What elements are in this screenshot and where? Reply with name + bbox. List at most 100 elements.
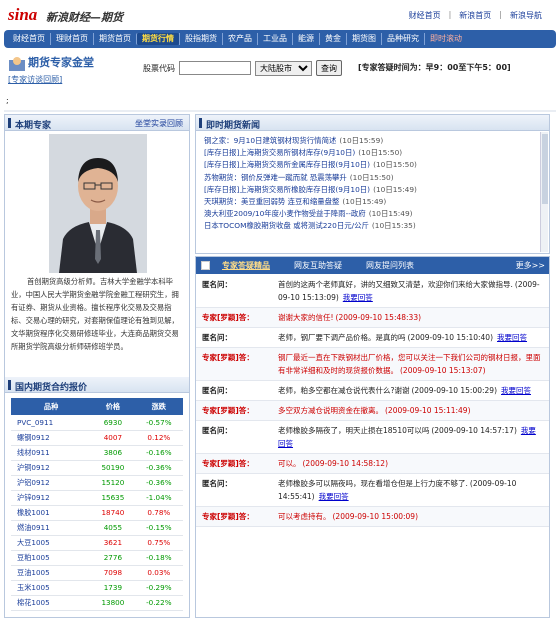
news-header: 即时期货新闻 <box>196 115 549 131</box>
sina-logo[interactable]: sina <box>8 5 37 25</box>
price-change: 0.03% <box>134 565 183 581</box>
news-title-link[interactable]: 澳大利亚2009/10年度小麦作物受益于降雨--政府 <box>204 209 366 218</box>
nav-item[interactable]: 期货首页 <box>93 33 136 45</box>
qa-text: 可以考虑持有。 <box>278 512 331 521</box>
link-sina-nav[interactable]: 新浪导航 <box>510 10 542 21</box>
price-row[interactable]: 沪锌0912 15635 -1.04% <box>11 490 183 506</box>
qa-tabs: 专家答疑精品 网友互助答疑 网友提问列表 更多>> <box>196 257 549 274</box>
tab-expert-answers[interactable]: 专家答疑精品 <box>210 260 282 271</box>
qa-text: 多空双方减仓说明资金在撤离。 <box>278 406 383 415</box>
main-nav: 财经首页 理财首页 期货首页 期货行情 股指期货 农产品 工业品 能源 黄金 期货图 品种研究 即时滚… <box>4 30 556 48</box>
news-item: [库存日报]上海期货交易所钢材库存(9月10日) (10日15:50) <box>204 147 539 159</box>
price-row[interactable]: 燃油0911 4055 -0.15% <box>11 520 183 536</box>
prices-header: 国内期货合约报价 <box>5 377 189 393</box>
price-value: 1739 <box>91 580 135 596</box>
tab-question-list[interactable]: 网友提问列表 <box>354 260 426 271</box>
nav-item[interactable]: 工业品 <box>257 33 292 45</box>
top-header: sina 新浪财经—期货 财经首页 | 新浪首页 | 新浪导航 <box>0 0 560 30</box>
nav-item[interactable]: 股指期货 <box>179 33 222 45</box>
qa-text: 首创的这两个老师真好，讲的又细致又清楚，欢迎你们来给大家做指导. <box>278 280 513 289</box>
reply-link[interactable]: 我要回答 <box>501 386 531 395</box>
nav-item[interactable]: 理财首页 <box>50 33 93 45</box>
price-name[interactable]: 玉米1005 <box>11 580 92 596</box>
price-name[interactable]: PVC_0911 <box>11 415 92 431</box>
price-row[interactable]: 大豆1005 3621 0.75% <box>11 535 183 551</box>
price-change: 0.78% <box>134 505 183 521</box>
price-name[interactable]: 螺钢0912 <box>11 430 92 446</box>
answer-row: 专家[罗颖]答： 谢谢大家的信任! (2009-09-10 15:48:33) <box>196 308 549 328</box>
price-name[interactable]: 橡胶1001 <box>11 505 92 521</box>
price-value: 6930 <box>91 415 135 431</box>
price-name[interactable]: 豆油1005 <box>11 565 92 581</box>
price-name[interactable]: 大豆1005 <box>11 535 92 551</box>
answer-row: 专家[罗颖]答： 多空双方减仓说明资金在撤离。 (2009-09-10 15:11:… <box>196 401 549 421</box>
stock-code-input[interactable] <box>179 61 251 75</box>
qa-more-link[interactable]: 更多>> <box>516 260 545 271</box>
news-title-link[interactable]: 日本TOCOM橡胶期货收盘 或将测试220日元/公斤 <box>204 221 369 230</box>
tab-mutual-help[interactable]: 网友互助答疑 <box>282 260 354 271</box>
link-finance-home[interactable]: 财经首页 <box>409 10 441 21</box>
news-panel: 即时期货新闻 钢之家：9月10日建筑钢材现货行情简述 (10日15:59) [库存日… <box>195 114 550 254</box>
news-item: [库存日报]上海期货交易所金属库存日报(9月10日) (10日15:50) <box>204 159 539 171</box>
news-title-link[interactable]: [库存日报]上海期货交易所钢材库存(9月10日) <box>204 148 355 157</box>
price-row[interactable]: 橡胶1001 18740 0.78% <box>11 505 183 521</box>
reply-link[interactable]: 我要回答 <box>319 492 349 501</box>
answer-row: 专家[罗颖]答： 钢厂最近一直在下跌钢材出厂价格，您可以关注一下我们公司的钢材日报… <box>196 348 549 381</box>
nav-item[interactable]: 农产品 <box>222 33 257 45</box>
reply-link[interactable]: 我要回答 <box>497 333 527 342</box>
price-name[interactable]: 豆粕1005 <box>11 550 92 566</box>
expert-header-title: 本期专家 <box>15 121 52 131</box>
nav-item[interactable]: 期货行情 <box>136 33 179 45</box>
news-time: (10日15:50) <box>358 148 403 158</box>
expert-review-link[interactable]: 坐堂实录回顾 <box>135 118 183 129</box>
qa-list: 匿名问： 首创的这两个老师真好，讲的又细致又清楚，欢迎你们来给大家做指导. (200… <box>196 275 549 527</box>
interview-review-link[interactable]: [专家访谈回顾] <box>8 74 62 85</box>
news-title-link[interactable]: 钢之家：9月10日建筑钢材现货行情简述 <box>204 136 336 145</box>
nav-item[interactable]: 即时滚动 <box>424 33 467 45</box>
price-name[interactable]: 棉花1005 <box>11 595 92 611</box>
link-sina-home[interactable]: 新浪首页 <box>459 10 491 21</box>
price-row[interactable]: 棉花1005 13800 -0.22% <box>11 595 183 611</box>
asker-label: 匿名问： <box>202 280 232 289</box>
news-item: 澳大利亚2009/10年度小麦作物受益于降雨--政府 (10日15:49) <box>204 208 539 220</box>
nav-item[interactable]: 品种研究 <box>381 33 424 45</box>
price-name[interactable]: 沪铝0912 <box>11 475 92 491</box>
nav-item[interactable]: 财经首页 <box>8 33 50 45</box>
qa-body: 钢厂最近一直在下跌钢材出厂价格，您可以关注一下我们公司的钢材日报，里面有非常详细… <box>278 351 549 377</box>
price-row[interactable]: 豆粕1005 2776 -0.18% <box>11 550 183 566</box>
price-change: -0.36% <box>134 475 183 491</box>
price-row[interactable]: 线材0911 3806 -0.16% <box>11 445 183 461</box>
query-button[interactable]: 查询 <box>316 60 342 76</box>
scroll-thumb[interactable] <box>542 134 548 204</box>
price-row[interactable]: 沪铝0912 15120 -0.36% <box>11 475 183 491</box>
news-title-link[interactable]: [库存日报]上海期货交易所橡胶库存日报(9月10日) <box>204 185 370 194</box>
news-scrollbar[interactable] <box>540 132 548 252</box>
market-select[interactable]: 大陆股市 <box>255 60 312 76</box>
price-name[interactable]: 线材0911 <box>11 445 92 461</box>
nav-item[interactable]: 期货图 <box>346 33 381 45</box>
price-row[interactable]: PVC_0911 6930 -0.57% <box>11 415 183 431</box>
price-name[interactable]: 沪铜0912 <box>11 460 92 476</box>
nav-item[interactable]: 能源 <box>292 33 319 45</box>
reply-link[interactable]: 我要回答 <box>343 293 373 302</box>
news-title-link[interactable]: 苏物期货：钢价反弹难一蹴而就 恐震荡攀升 <box>204 173 347 182</box>
news-title-link[interactable]: [库存日报]上海期货交易所金属库存日报(9月10日) <box>204 160 370 169</box>
qa-text: 老师，钢厂要下调产品价格。是真的吗 <box>278 333 406 342</box>
price-row[interactable]: 螺钢0912 4007 0.12% <box>11 430 183 446</box>
price-change: -0.22% <box>134 595 183 611</box>
price-name[interactable]: 燃油0911 <box>11 520 92 536</box>
nav-item[interactable]: 黄金 <box>319 33 346 45</box>
price-row[interactable]: 豆油1005 7098 0.03% <box>11 565 183 581</box>
price-row[interactable]: 玉米1005 1739 -0.29% <box>11 580 183 596</box>
qa-body: 多空双方减仓说明资金在撤离。 (2009-09-10 15:11:49) <box>278 404 549 417</box>
price-value: 2776 <box>91 550 135 566</box>
qa-timestamp: (2009-09-10 15:00:09) <box>332 512 419 521</box>
news-time: (10日15:35) <box>371 221 416 231</box>
news-title-link[interactable]: 天琪期货：美豆重回弱势 连豆和缩量盘整 <box>204 197 339 206</box>
news-time: (10日15:49) <box>368 209 413 219</box>
price-name[interactable]: 沪锌0912 <box>11 490 92 506</box>
qa-checkbox[interactable] <box>201 261 210 270</box>
asker-label: 匿名问： <box>202 479 232 488</box>
brand-block: 期货专家金堂 [专家访谈回顾] <box>6 54 136 86</box>
price-row[interactable]: 沪铜0912 50190 -0.36% <box>11 460 183 476</box>
